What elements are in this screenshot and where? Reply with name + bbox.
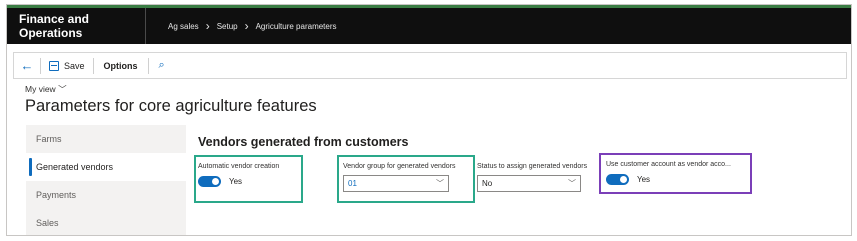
- toggle-switch[interactable]: [606, 174, 629, 185]
- view-label: My view: [25, 84, 56, 94]
- options-button[interactable]: Options: [94, 61, 148, 71]
- use-customer-account-toggle[interactable]: Yes: [606, 174, 731, 185]
- page-title: Parameters for core agriculture features: [25, 97, 317, 115]
- app-window: Finance and Operations Ag sales › Setup …: [6, 4, 852, 236]
- select-value: No: [482, 179, 493, 188]
- status-assign-select[interactable]: No ﹀: [477, 175, 581, 192]
- section-title: Vendors generated from customers: [198, 135, 409, 149]
- tab-generated-vendors[interactable]: Generated vendors: [26, 153, 186, 181]
- chevron-right-icon: ›: [244, 19, 249, 33]
- breadcrumb: Ag sales › Setup › Agriculture parameter…: [146, 19, 337, 33]
- tab-farms[interactable]: Farms: [26, 125, 186, 153]
- toggle-switch[interactable]: [198, 176, 221, 187]
- field-label: Automatic vendor creation: [198, 163, 280, 170]
- app-title[interactable]: Finance and Operations: [7, 12, 145, 40]
- vendor-group-select[interactable]: 01 ﹀: [343, 175, 449, 192]
- field-label: Vendor group for generated vendors: [343, 163, 456, 170]
- field-label: Use customer account as vendor acco...: [606, 161, 731, 168]
- use-customer-account-field: Use customer account as vendor acco... Y…: [606, 161, 731, 185]
- view-selector[interactable]: My view ﹀: [25, 83, 67, 95]
- vendor-group-field: Vendor group for generated vendors 01 ﹀: [343, 163, 455, 192]
- top-navigation-bar: Finance and Operations Ag sales › Setup …: [7, 8, 851, 44]
- tab-payments[interactable]: Payments: [26, 181, 186, 209]
- status-assign-field: Status to assign generated vendors No ﹀: [477, 163, 587, 192]
- automatic-vendor-creation-toggle[interactable]: Yes: [198, 176, 279, 187]
- back-arrow-icon[interactable]: ←: [14, 58, 40, 73]
- tab-sales[interactable]: Sales: [26, 209, 186, 235]
- chevron-down-icon: ﹀: [568, 179, 576, 188]
- select-value: 01: [348, 179, 357, 188]
- save-icon: [49, 60, 59, 71]
- save-button[interactable]: Save: [41, 60, 93, 71]
- search-icon[interactable]: ⌕: [149, 59, 165, 72]
- chevron-right-icon: ›: [205, 19, 210, 33]
- breadcrumb-item-setup[interactable]: Setup: [217, 22, 238, 31]
- action-pane: ← Save Options ⌕: [13, 52, 847, 79]
- automatic-vendor-creation-field: Automatic vendor creation Yes: [198, 163, 279, 187]
- toggle-value: Yes: [229, 177, 243, 186]
- save-label: Save: [64, 60, 85, 71]
- chevron-down-icon: ﹀: [58, 84, 67, 94]
- chevron-down-icon: ﹀: [436, 179, 444, 188]
- breadcrumb-item-ag-sales[interactable]: Ag sales: [168, 22, 199, 31]
- toggle-value: Yes: [637, 175, 651, 184]
- field-label: Status to assign generated vendors: [477, 163, 588, 170]
- breadcrumb-item-agriculture-parameters[interactable]: Agriculture parameters: [256, 22, 337, 31]
- vertical-tab-list: Farms Generated vendors Payments Sales: [26, 125, 186, 235]
